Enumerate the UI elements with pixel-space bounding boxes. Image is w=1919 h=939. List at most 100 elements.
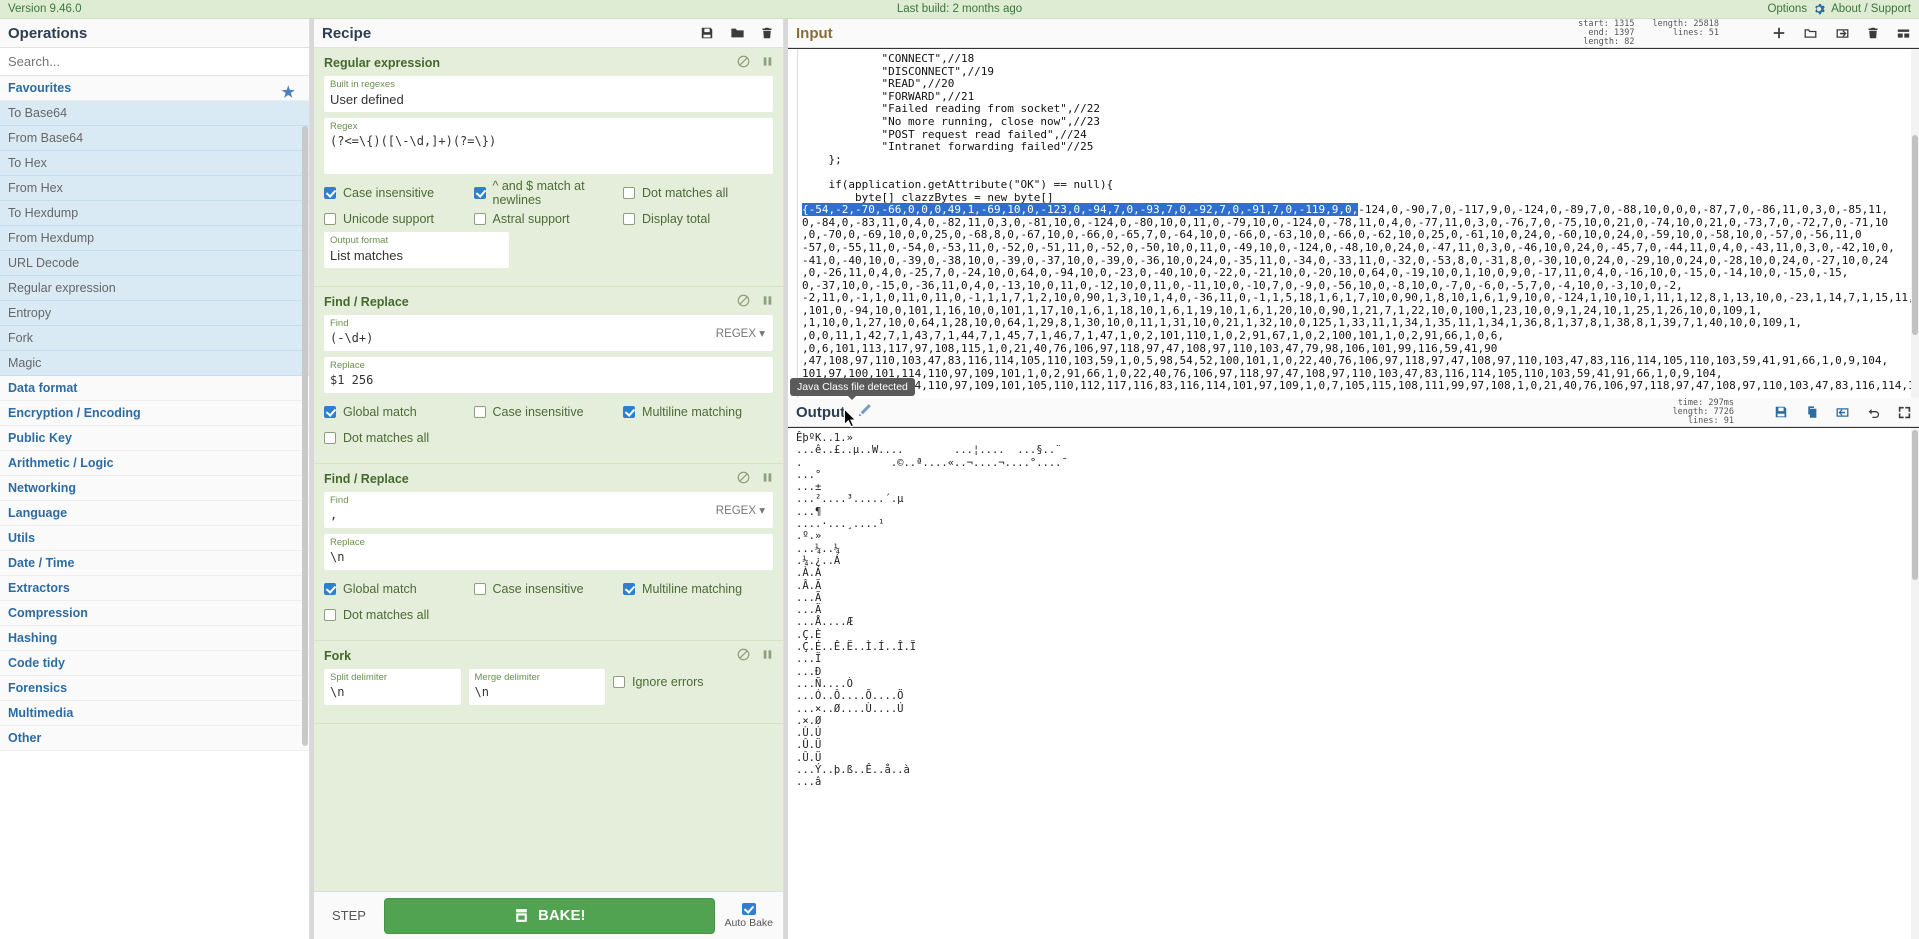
recipe-operation[interactable]: Fork Split delimiter \n Merge delimiter \n Ig… bbox=[314, 641, 783, 724]
argument-value[interactable]: , bbox=[330, 507, 767, 524]
checkbox-option[interactable]: Multiline matching bbox=[623, 399, 773, 425]
operation-item[interactable]: URL Decode bbox=[0, 251, 309, 276]
replace-input-icon[interactable] bbox=[1835, 406, 1850, 419]
input-textarea-area[interactable]: "CONNECT",//18 "DISCONNECT",//19 "READ",… bbox=[788, 48, 1919, 398]
operation-item[interactable]: To Hex bbox=[0, 151, 309, 176]
recipe-operation[interactable]: Regular expression Built in regexes User d… bbox=[314, 48, 783, 287]
tabs-icon[interactable] bbox=[1896, 27, 1911, 40]
operation-argument[interactable]: Split delimiter \n bbox=[324, 669, 461, 705]
bake-button[interactable]: BAKE! bbox=[383, 897, 715, 934]
operation-item[interactable]: Fork bbox=[0, 326, 309, 351]
maximise-icon[interactable] bbox=[1898, 406, 1911, 419]
argument-value[interactable]: \n bbox=[475, 684, 600, 701]
checkbox-option[interactable]: Multiline matching bbox=[623, 576, 773, 602]
input-text[interactable]: "CONNECT",//18 "DISCONNECT",//19 "READ",… bbox=[788, 49, 1919, 393]
argument-value[interactable]: \n bbox=[330, 684, 455, 701]
operation-item[interactable]: To Base64 bbox=[0, 101, 309, 126]
checkbox-option[interactable]: Dot matches all bbox=[623, 180, 773, 206]
search-input[interactable] bbox=[0, 54, 309, 69]
breakpoint-icon[interactable] bbox=[762, 55, 773, 68]
about-support-button[interactable]: About / Support bbox=[1831, 3, 1911, 15]
checkbox-option[interactable]: Case insensitive bbox=[473, 576, 624, 602]
breakpoint-icon[interactable] bbox=[762, 471, 773, 484]
copy-icon[interactable] bbox=[1805, 405, 1818, 419]
category-header[interactable]: Utils bbox=[0, 526, 309, 551]
folder-icon[interactable] bbox=[730, 26, 745, 40]
checkbox-option[interactable]: Dot matches all bbox=[324, 602, 474, 628]
input-import-icon[interactable] bbox=[1835, 27, 1850, 40]
operation-argument[interactable]: Find (-\d+) REGEX ▾ bbox=[324, 315, 773, 351]
plus-icon[interactable] bbox=[1772, 26, 1786, 40]
category-favourites[interactable]: Favourites ★ bbox=[0, 76, 309, 101]
checkbox-option[interactable]: Unicode support bbox=[324, 206, 474, 232]
operation-item[interactable]: From Hex bbox=[0, 176, 309, 201]
argument-value[interactable]: \n bbox=[330, 549, 767, 566]
category-header[interactable]: Hashing bbox=[0, 626, 309, 651]
magic-wand-icon[interactable] bbox=[857, 403, 872, 421]
disable-icon[interactable] bbox=[737, 294, 750, 307]
argument-value[interactable]: List matches bbox=[330, 247, 503, 264]
checkbox-box[interactable] bbox=[324, 432, 336, 444]
operation-argument[interactable]: Built in regexes User defined bbox=[324, 76, 773, 112]
operations-list[interactable]: Favourites ★ To Base64 From Base64 To Hex Fro… bbox=[0, 76, 309, 939]
checkbox-box[interactable] bbox=[623, 583, 636, 595]
category-header[interactable]: Multimedia bbox=[0, 701, 309, 726]
trash-icon[interactable] bbox=[1867, 26, 1879, 40]
checkbox-box[interactable] bbox=[324, 213, 336, 225]
argument-value[interactable]: $1 256 bbox=[330, 372, 767, 389]
checkbox-option[interactable]: Dot matches all bbox=[324, 425, 474, 451]
checkbox-box[interactable] bbox=[623, 406, 636, 418]
recipe-operation[interactable]: Find / Replace Find, REGEX ▾ Replace \n Globa… bbox=[314, 464, 783, 641]
category-header[interactable]: Compression bbox=[0, 601, 309, 626]
auto-bake-toggle[interactable]: Auto Bake bbox=[725, 902, 773, 929]
disable-icon[interactable] bbox=[737, 648, 750, 661]
checkbox-box[interactable] bbox=[324, 187, 336, 199]
recipe-operations-list[interactable]: Regular expression Built in regexes User d… bbox=[314, 48, 783, 891]
undo-icon[interactable] bbox=[1867, 406, 1881, 419]
checkbox-option[interactable]: Astral support bbox=[473, 206, 624, 232]
operation-item[interactable]: Regular expression bbox=[0, 276, 309, 301]
checkbox-box[interactable] bbox=[613, 676, 625, 688]
argument-value[interactable]: (?<=\{)([\-\d,]+)(?=\}) bbox=[330, 133, 767, 150]
category-header[interactable]: Language bbox=[0, 501, 309, 526]
category-header[interactable]: Extractors bbox=[0, 576, 309, 601]
folder-open-icon[interactable] bbox=[1803, 27, 1818, 40]
options-button[interactable]: Options bbox=[1767, 3, 1807, 15]
operations-scroll-thumb[interactable] bbox=[302, 126, 308, 746]
gear-icon[interactable] bbox=[1813, 3, 1825, 15]
output-scrollbar[interactable] bbox=[1911, 428, 1919, 939]
find-mode-dropdown[interactable]: REGEX ▾ bbox=[716, 326, 765, 340]
output-textarea-area[interactable]: ÊþºK..1.» ...ê..£..µ..W.... ...¦.... ...… bbox=[788, 427, 1919, 939]
operations-search[interactable] bbox=[0, 48, 309, 76]
category-header[interactable]: Arithmetic / Logic bbox=[0, 451, 309, 476]
checkbox-box[interactable] bbox=[324, 609, 336, 621]
find-mode-dropdown[interactable]: REGEX ▾ bbox=[716, 503, 765, 517]
checkbox-box[interactable] bbox=[473, 406, 486, 418]
breakpoint-icon[interactable] bbox=[762, 294, 773, 307]
checkbox-box[interactable] bbox=[473, 187, 486, 199]
operation-item[interactable]: Magic bbox=[0, 351, 309, 376]
operation-argument[interactable]: Replace \n bbox=[324, 534, 773, 570]
save-icon[interactable] bbox=[1774, 405, 1788, 419]
input-scroll-thumb[interactable] bbox=[1912, 135, 1918, 335]
input-scrollbar[interactable] bbox=[1911, 49, 1919, 398]
checkbox-option[interactable]: Ignore errors bbox=[613, 669, 773, 695]
category-header[interactable]: Code tidy bbox=[0, 651, 309, 676]
operation-argument[interactable]: Replace $1 256 bbox=[324, 357, 773, 393]
checkbox-option[interactable]: Case insensitive bbox=[473, 399, 624, 425]
disable-icon[interactable] bbox=[737, 471, 750, 484]
operation-argument[interactable]: Output format List matches bbox=[324, 232, 509, 268]
checkbox-option[interactable]: Display total bbox=[623, 206, 773, 232]
category-header[interactable]: Networking bbox=[0, 476, 309, 501]
star-icon[interactable]: ★ bbox=[282, 80, 295, 105]
recipe-operation[interactable]: Find / Replace Find (-\d+) REGEX ▾ Replace $1… bbox=[314, 287, 783, 464]
operation-item[interactable]: From Hexdump bbox=[0, 226, 309, 251]
trash-icon[interactable] bbox=[761, 26, 773, 40]
checkbox-box[interactable] bbox=[623, 187, 636, 199]
category-header[interactable]: Forensics bbox=[0, 676, 309, 701]
argument-value[interactable]: (-\d+) bbox=[330, 330, 767, 347]
checkbox-box[interactable] bbox=[623, 213, 636, 225]
auto-bake-checkbox[interactable] bbox=[741, 902, 756, 915]
category-header[interactable]: Public Key bbox=[0, 426, 309, 451]
checkbox-box[interactable] bbox=[473, 583, 486, 595]
